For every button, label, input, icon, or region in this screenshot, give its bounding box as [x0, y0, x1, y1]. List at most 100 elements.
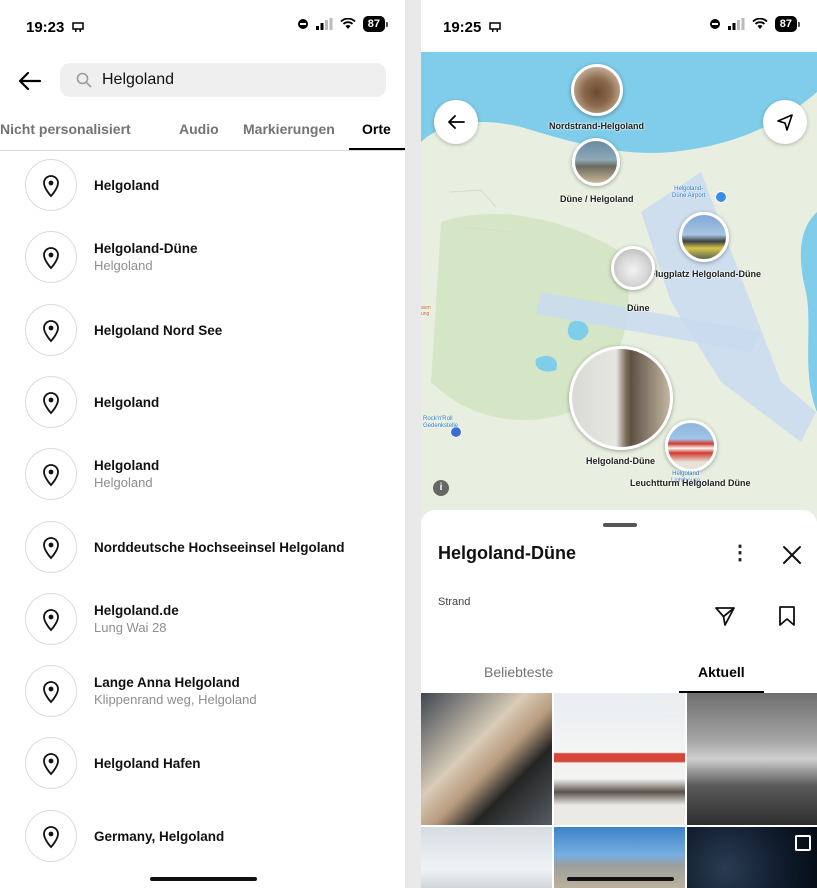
map-pin-nordstrand[interactable]: [571, 64, 623, 116]
photo-cell[interactable]: [687, 827, 817, 888]
result-title: Helgoland: [94, 458, 160, 473]
tab-orte[interactable]: Orte: [362, 121, 391, 137]
locate-button[interactable]: [763, 100, 807, 144]
search-bar[interactable]: [60, 63, 386, 97]
result-item[interactable]: Lange Anna Helgoland Klippenrand weg, Hel…: [0, 657, 405, 729]
home-indicator: [150, 877, 257, 881]
close-icon[interactable]: [781, 544, 803, 566]
location-pin-icon: [25, 376, 77, 428]
map-pin-duene-helgoland[interactable]: [572, 138, 620, 186]
place-category: Strand: [438, 596, 471, 608]
location-pin-icon: [25, 159, 77, 211]
map-pin-flugplatz[interactable]: [679, 212, 729, 262]
focus-icon: [297, 19, 308, 29]
location-pin-icon: [25, 521, 77, 573]
result-title: Norddeutsche Hochseeinsel Helgoland: [94, 539, 345, 555]
map-pin-duene[interactable]: [611, 246, 655, 290]
back-arrow-icon[interactable]: [16, 68, 42, 94]
wifi-icon: [340, 18, 356, 29]
place-title: Helgoland-Düne: [438, 543, 576, 563]
tab-aktuell[interactable]: Aktuell: [698, 664, 745, 680]
result-title: Helgoland-Düne: [94, 241, 198, 256]
result-title: Helgoland: [94, 394, 160, 410]
result-item[interactable]: Helgoland Hafen: [0, 729, 405, 801]
location-pin-icon: [25, 737, 77, 789]
back-arrow-icon: [448, 115, 465, 129]
map-label-leuchtturm: Leuchtturm Helgoland Düne: [630, 478, 751, 488]
carousel-icon: [795, 835, 811, 851]
result-item[interactable]: Germany, Helgoland: [0, 802, 405, 874]
sim-icon: [489, 22, 501, 32]
result-title: Lange Anna Helgoland: [94, 675, 240, 690]
map-pin-helgoland-duene[interactable]: [569, 346, 673, 450]
share-icon[interactable]: [713, 604, 737, 628]
result-title: Helgoland Hafen: [94, 755, 201, 771]
tab-audio[interactable]: Audio: [179, 121, 219, 137]
location-pin-icon: [25, 810, 77, 862]
search-input[interactable]: [102, 63, 372, 97]
location-pin-icon: [25, 593, 77, 645]
result-item[interactable]: Helgoland: [0, 368, 405, 440]
more-options-icon[interactable]: ⋮: [729, 542, 751, 566]
map-label-nordstrand: Nordstrand-Helgoland: [549, 121, 645, 131]
status-bar: 19:25 87: [421, 0, 817, 52]
result-item[interactable]: Helgoland.de Lung Wai 28: [0, 585, 405, 657]
navigation-arrow-icon: [777, 114, 793, 131]
result-subtitle: Helgoland: [94, 475, 153, 490]
airport-icon: [715, 191, 727, 203]
result-subtitle: Lung Wai 28: [94, 620, 167, 635]
place-screen: 19:25 87 Nordstrand-Helgoland Düne / Hel…: [421, 0, 817, 888]
result-title: Helgoland.de: [94, 603, 179, 618]
status-time: 19:23: [26, 19, 65, 36]
result-subtitle: Helgoland: [94, 258, 153, 273]
result-item[interactable]: Helgoland-Düne Helgoland: [0, 223, 405, 295]
location-pin-icon: [25, 304, 77, 356]
location-pin-icon: [25, 231, 77, 283]
signal-icon: [315, 18, 333, 30]
photo-cell[interactable]: [687, 693, 817, 825]
focus-icon: [709, 19, 720, 29]
signal-icon: [727, 18, 745, 30]
search-icon: [76, 72, 92, 88]
result-title: Helgoland Nord See: [94, 322, 223, 338]
home-indicator: [567, 877, 674, 881]
map-label-airport: Helgoland- Düne Airport: [672, 186, 706, 199]
select-checkbox-icon: [663, 701, 679, 717]
status-time: 19:25: [443, 19, 482, 36]
tab-markierungen[interactable]: Markierungen: [243, 121, 335, 137]
map-label-rocknroll: Rock'n'Roll Gedenkstelle: [423, 416, 459, 429]
map-back-button[interactable]: [434, 100, 478, 144]
location-pin-icon: [25, 448, 77, 500]
tab-nicht-personalisiert[interactable]: Nicht personalisiert: [0, 121, 131, 137]
map-pin-leuchtturm[interactable]: [665, 420, 717, 472]
result-item[interactable]: Helgoland Helgoland: [0, 440, 405, 512]
result-item[interactable]: Helgoland: [0, 151, 405, 223]
photo-cell[interactable]: [421, 693, 552, 825]
photo-cell[interactable]: [421, 827, 552, 888]
map-info-icon[interactable]: i: [433, 480, 449, 496]
wifi-icon: [752, 18, 768, 29]
bookmark-icon[interactable]: [775, 604, 799, 628]
place-sheet: Helgoland-Düne ⋮ Strand Beliebteste Aktu…: [421, 510, 817, 888]
battery-indicator: 87: [362, 16, 389, 32]
sim-icon: [72, 22, 84, 32]
location-pin-icon: [25, 665, 77, 717]
result-item[interactable]: Norddeutsche Hochseeinsel Helgoland: [0, 513, 405, 585]
active-tab-indicator: [349, 148, 405, 150]
map-label-duene: Düne: [627, 303, 650, 313]
search-tabs: Nicht personalisiert Audio Markierungen …: [0, 108, 405, 151]
map-view[interactable]: Nordstrand-Helgoland Düne / Helgoland He…: [421, 52, 817, 527]
tab-beliebteste[interactable]: Beliebteste: [484, 664, 553, 680]
result-subtitle: Klippenrand weg, Helgoland: [94, 692, 257, 707]
search-screen: 19:23 87 Nicht personalisiert Audio Mark…: [0, 0, 405, 888]
photo-cell[interactable]: [554, 693, 685, 825]
map-label-helgoland-duene: Helgoland-Düne: [586, 456, 655, 466]
map-label-edge: aum ung: [421, 305, 431, 317]
map-label-flugplatz: Flugplatz Helgoland-Düne: [650, 269, 761, 279]
status-bar: 19:23 87: [0, 0, 405, 52]
result-item[interactable]: Helgoland Nord See: [0, 296, 405, 368]
result-title: Helgoland: [94, 177, 160, 193]
battery-indicator: 87: [774, 16, 801, 32]
sheet-grabber[interactable]: [603, 523, 637, 527]
result-title: Germany, Helgoland: [94, 828, 225, 844]
